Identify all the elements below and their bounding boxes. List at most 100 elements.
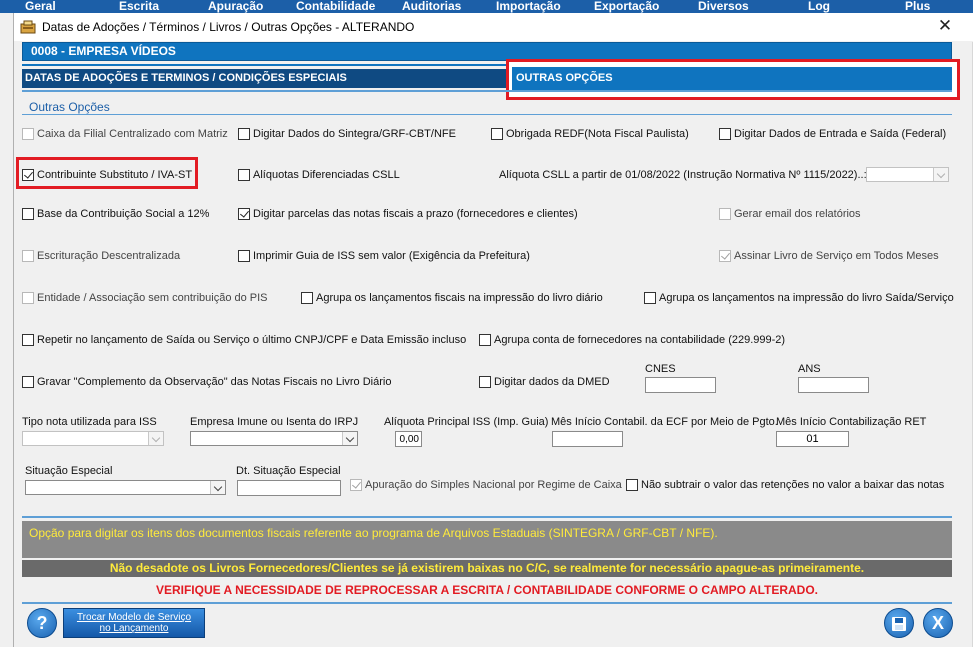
checkbox-box[interactable] [719, 250, 731, 262]
mes-inicio-ret-input[interactable] [776, 431, 849, 447]
divider [22, 602, 952, 604]
checkbox-imprimir-guia-iss[interactable]: Imprimir Guia de ISS sem valor (Exigênci… [238, 250, 530, 262]
checkbox-caixa-filial[interactable]: Caixa da Filial Centralizado com Matriz [22, 128, 228, 140]
checkbox-box[interactable] [350, 479, 362, 491]
help-button[interactable]: ? [27, 608, 57, 638]
situacao-especial-select[interactable] [25, 480, 226, 495]
save-button[interactable] [884, 608, 914, 638]
checkbox-box[interactable] [22, 128, 34, 140]
tipo-nota-label: Tipo nota utilizada para ISS [22, 416, 157, 428]
tab-outras-opcoes-highlight[interactable]: OUTRAS OPÇÕES [506, 59, 960, 100]
alert-message: VERIFIQUE A NECESSIDADE DE REPROCESSAR A… [22, 580, 952, 600]
menu-plus[interactable]: Plus [905, 0, 930, 13]
message-area: Opção para digitar os itens dos document… [22, 516, 952, 601]
checkbox-box[interactable] [238, 250, 250, 262]
checkbox-base-contribuicao[interactable]: Base da Contribuição Social a 12% [22, 208, 209, 220]
checkbox-label: Entidade / Associação sem contribuição d… [37, 292, 268, 304]
menu-importacao[interactable]: Importação [496, 0, 561, 13]
checkbox-box[interactable] [22, 250, 34, 262]
checkbox-box[interactable] [22, 208, 34, 220]
checkbox-gravar-complemento[interactable]: Gravar "Complemento da Observação" das N… [22, 376, 391, 388]
trocar-modelo-button[interactable]: Trocar Modelo de Serviço no Lançamento [63, 608, 205, 638]
checkbox-apuracao-simples[interactable]: Apuração do Simples Nacional por Regime … [350, 479, 622, 491]
menu-exportacao[interactable]: Exportação [594, 0, 659, 13]
warning-message: Não desadote os Livros Fornecedores/Clie… [22, 560, 952, 577]
checkbox-box[interactable] [22, 169, 34, 181]
trocar-label-line2: no Lançamento [99, 623, 169, 634]
checkbox-box[interactable] [22, 292, 34, 304]
chevron-down-icon[interactable] [148, 432, 163, 445]
divider [22, 114, 952, 115]
checkbox-box[interactable] [479, 376, 491, 388]
checkbox-digitar-dmed[interactable]: Digitar dados da DMED [479, 376, 610, 388]
cnes-input[interactable] [645, 377, 716, 393]
checkbox-digitar-entrada-saida[interactable]: Digitar Dados de Entrada e Saída (Federa… [719, 128, 946, 140]
chevron-down-icon[interactable] [933, 168, 948, 181]
checkbox-box[interactable] [719, 208, 731, 220]
checkbox-box[interactable] [238, 128, 250, 140]
ans-label: ANS [798, 363, 821, 375]
checkbox-label: Apuração do Simples Nacional por Regime … [365, 479, 622, 491]
aliquota-iss-input[interactable] [395, 431, 422, 447]
checkbox-box[interactable] [644, 292, 656, 304]
checkbox-box[interactable] [491, 128, 503, 140]
options-window: Datas de Adoções / Términos / Livros / O… [13, 13, 973, 647]
checkbox-assinar-livro[interactable]: Assinar Livro de Serviço em Todos Meses [719, 250, 939, 262]
tab-datas-adocoes[interactable]: DATAS DE ADOÇÕES E TERMINOS / CONDIÇÕES … [22, 69, 514, 88]
dt-situacao-input[interactable] [237, 480, 341, 496]
aliquota-csll-select[interactable] [866, 167, 949, 182]
checkbox-nao-subtrair[interactable]: Não subtrair o valor das retenções no va… [626, 479, 944, 491]
ans-input[interactable] [798, 377, 869, 393]
window-titlebar: Datas de Adoções / Términos / Livros / O… [14, 13, 973, 41]
checkbox-label: Base da Contribuição Social a 12% [37, 208, 210, 220]
checkbox-label: Gravar "Complemento da Observação" das N… [37, 376, 392, 388]
aliquota-csll-label: Alíquota CSLL a partir de 01/08/2022 (In… [499, 169, 867, 181]
checkbox-agrupa-lanc-saida[interactable]: Agrupa os lançamentos na impressão do li… [644, 292, 954, 304]
checkbox-gerar-email[interactable]: Gerar email dos relatórios [719, 208, 861, 220]
cnes-label: CNES [645, 363, 676, 375]
menu-log[interactable]: Log [808, 0, 830, 13]
floppy-disk-icon [892, 617, 906, 631]
menu-apuracao[interactable]: Apuração [208, 0, 263, 13]
checkbox-digitar-sintegra[interactable]: Digitar Dados do Sintegra/GRF-CBT/NFE [238, 128, 456, 140]
menu-contabilidade[interactable]: Contabilidade [296, 0, 375, 13]
tipo-nota-select[interactable] [22, 431, 164, 446]
checkbox-contribuinte-substituto[interactable]: Contribuinte Substituto / IVA-ST [22, 169, 192, 181]
checkbox-repetir-lancamento[interactable]: Repetir no lançamento de Saída ou Serviç… [22, 334, 466, 346]
checkbox-box[interactable] [22, 376, 34, 388]
checkbox-aliquotas-csll[interactable]: Alíquotas Diferenciadas CSLL [238, 169, 400, 181]
checkbox-box[interactable] [719, 128, 731, 140]
menu-diversos[interactable]: Diversos [698, 0, 749, 13]
trocar-label-line1: Trocar Modelo de Serviço [76, 612, 192, 623]
aliquota-iss-label: Alíquota Principal ISS (Imp. Guia) [384, 416, 549, 428]
menu-geral[interactable]: Geral [25, 0, 56, 13]
checkbox-agrupa-lanc-fiscais[interactable]: Agrupa os lançamentos fiscais na impress… [301, 292, 603, 304]
checkbox-box[interactable] [22, 334, 34, 346]
checkbox-escrituracao-desc[interactable]: Escrituração Descentralizada [22, 250, 180, 262]
exit-button[interactable]: X [923, 608, 953, 638]
checkbox-box[interactable] [238, 208, 250, 220]
mes-inicio-ecf-input[interactable] [552, 431, 623, 447]
dt-situacao-label: Dt. Situação Especial [236, 465, 341, 477]
menu-auditorias[interactable]: Auditorias [402, 0, 461, 13]
checkbox-label: Digitar dados da DMED [494, 376, 610, 388]
checkbox-label: Escrituração Descentralizada [37, 250, 181, 262]
tab-outras-opcoes[interactable]: OUTRAS OPÇÕES [512, 67, 952, 92]
checkbox-box[interactable] [626, 479, 638, 491]
checkbox-agrupa-conta-fornec[interactable]: Agrupa conta de fornecedores na contabil… [479, 334, 785, 346]
exit-icon: X [931, 613, 944, 633]
menu-escrita[interactable]: Escrita [119, 0, 159, 13]
checkbox-digitar-parcelas[interactable]: Digitar parcelas das notas fiscais a pra… [238, 208, 578, 220]
checkbox-obrigada-redf[interactable]: Obrigada REDF(Nota Fiscal Paulista) [491, 128, 689, 140]
chevron-down-icon[interactable] [342, 432, 357, 445]
chevron-down-icon[interactable] [210, 481, 225, 494]
info-message: Opção para digitar os itens dos document… [22, 521, 952, 558]
checkbox-box[interactable] [301, 292, 313, 304]
checkbox-entidade-associacao[interactable]: Entidade / Associação sem contribuição d… [22, 292, 268, 304]
empresa-imune-select[interactable] [190, 431, 358, 446]
checkbox-box[interactable] [479, 334, 491, 346]
checkbox-box[interactable] [238, 169, 250, 181]
close-icon[interactable]: ✕ [936, 17, 954, 35]
checkbox-label: Digitar Dados de Entrada e Saída (Federa… [734, 128, 947, 140]
checkbox-label: Digitar Dados do Sintegra/GRF-CBT/NFE [253, 128, 456, 140]
